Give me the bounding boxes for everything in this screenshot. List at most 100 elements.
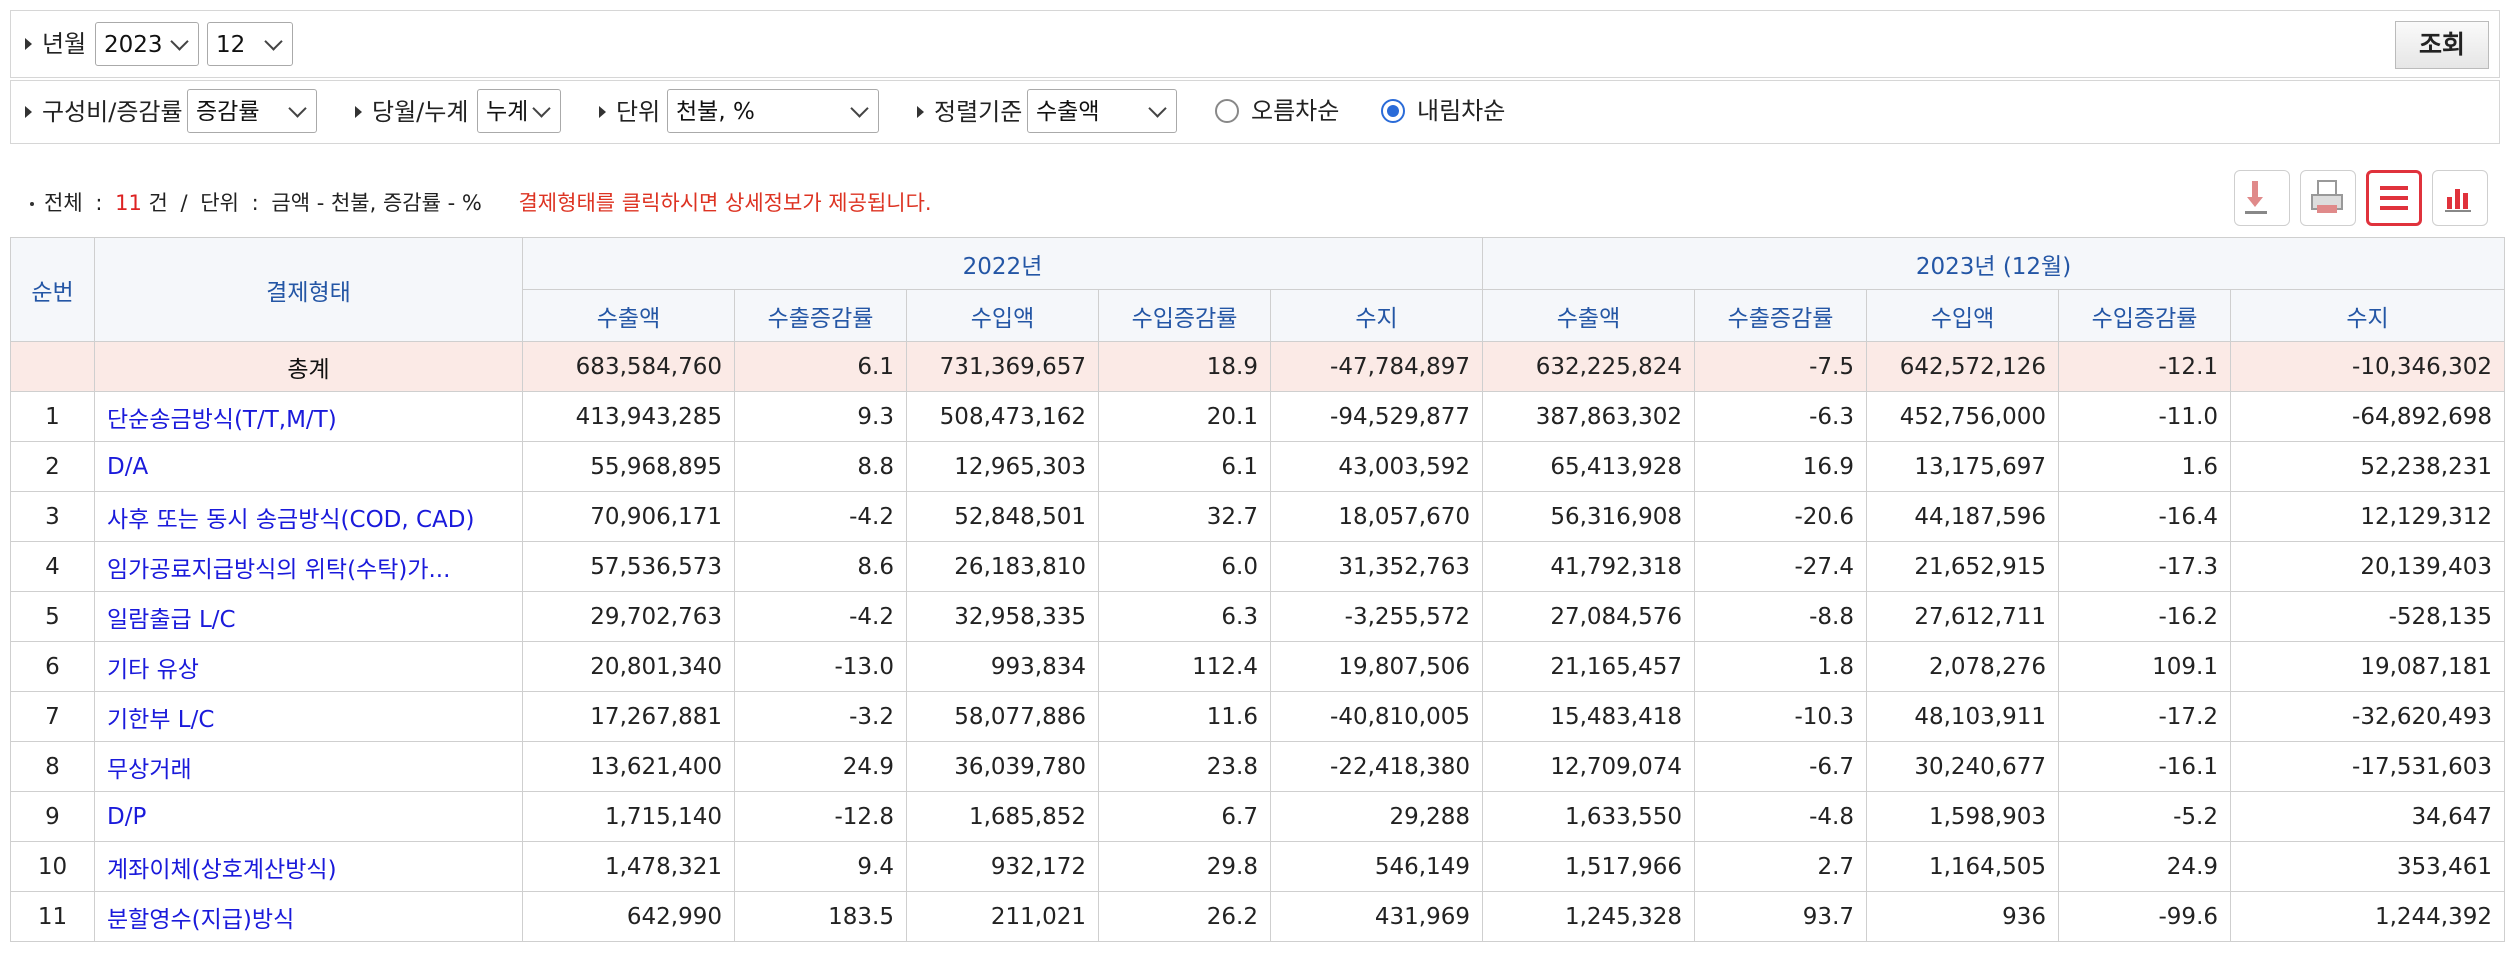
- chevron-down-icon: [288, 99, 307, 118]
- payment-type-link[interactable]: D/A: [94, 441, 523, 492]
- cell-export-growth: 183.5: [734, 891, 907, 942]
- payment-type-link[interactable]: 분할영수(지급)방식: [94, 891, 523, 942]
- unit-select[interactable]: 천불, %: [667, 89, 879, 133]
- cell-import-growth: 109.1: [2058, 641, 2232, 692]
- cell-import-growth: 24.9: [2058, 841, 2232, 892]
- cell-import-amount: 48,103,911: [1866, 691, 2060, 742]
- radio-ascending[interactable]: [1215, 99, 1239, 123]
- payment-type-link[interactable]: 임가공료지급방식의 위탁(수탁)가...: [94, 541, 523, 592]
- cell-export-amount: 17,267,881: [522, 691, 735, 742]
- payment-type-link[interactable]: 계좌이체(상호계산방식): [94, 841, 523, 892]
- row-number: 6: [10, 641, 95, 692]
- cell-balance: -64,892,698: [2230, 391, 2506, 442]
- cell-import-growth: -17.3: [2058, 541, 2232, 592]
- cell-import-growth: 32.7: [1098, 491, 1271, 542]
- period-type-label: 당월/누계: [372, 98, 469, 126]
- ratio-select[interactable]: 증감률: [187, 89, 317, 133]
- cell-import-growth: -99.6: [2058, 891, 2232, 942]
- year-select[interactable]: 2023: [95, 22, 199, 66]
- print-icon[interactable]: [2300, 170, 2356, 226]
- triangle-right-icon: [25, 38, 32, 50]
- summary-colon: :: [95, 191, 103, 215]
- chevron-down-icon: [850, 99, 869, 118]
- cell-import-growth: 29.8: [1098, 841, 1271, 892]
- list-icon[interactable]: [2366, 170, 2422, 226]
- payment-type-link[interactable]: 일람출급 L/C: [94, 591, 523, 642]
- col-header-import-growth: 수입증감률: [2058, 289, 2232, 342]
- payment-type-link[interactable]: 기한부 L/C: [94, 691, 523, 742]
- col-header-export-growth: 수출증감률: [1694, 289, 1868, 342]
- cell-export-amount: 56,316,908: [1482, 491, 1696, 542]
- period-type-select[interactable]: 누계: [477, 89, 561, 133]
- month-select[interactable]: 12: [207, 22, 293, 66]
- cell-balance: -528,135: [2230, 591, 2506, 642]
- triangle-right-icon: [599, 106, 606, 118]
- payment-type-link[interactable]: 사후 또는 동시 송금방식(COD, CAD): [94, 491, 523, 542]
- cell-export-amount: 57,536,573: [522, 541, 735, 592]
- payment-type-table: 순번 결제형태 2022년 2023년 (12월) 수출액 수출증감률 수입액 수입증…: [10, 237, 2506, 942]
- cell-export-amount: 41,792,318: [1482, 541, 1696, 592]
- cell-import-amount: 211,021: [906, 891, 1099, 942]
- month-select-value: 12: [216, 32, 246, 58]
- cell-import-amount: 44,187,596: [1866, 491, 2060, 542]
- cell-export-growth: -3.2: [734, 691, 907, 742]
- cell-balance: -94,529,877: [1269, 391, 1484, 442]
- payment-type-link[interactable]: 기타 유상: [94, 641, 523, 692]
- cell-export-growth: -8.8: [1694, 591, 1868, 642]
- col-header-import-amount: 수입액: [906, 289, 1099, 342]
- cell-export-amount: 13,621,400: [522, 741, 735, 792]
- cell-import-amount: 932,172: [906, 841, 1099, 892]
- period-label-wrap: 년월: [25, 29, 86, 59]
- row-number: 9: [10, 791, 95, 842]
- table-row: 8 무상거래 13,621,400 24.9 36,039,780 23.8 -22,418…: [10, 741, 2506, 792]
- cell-export-amount: 632,225,824: [1482, 341, 1696, 392]
- cell-export-amount: 1,633,550: [1482, 791, 1696, 842]
- table-row: 11 분할영수(지급)방식 642,990 183.5 211,021 26.2 431,9…: [10, 891, 2506, 942]
- cell-export-amount: 413,943,285: [522, 391, 735, 442]
- col-header-no: 순번: [10, 237, 95, 342]
- cell-import-amount: 1,685,852: [906, 791, 1099, 842]
- chevron-down-icon: [1148, 99, 1167, 118]
- unit-select-value: 천불, %: [676, 99, 755, 125]
- group-header-2022: 2022년: [521, 237, 1484, 290]
- cell-export-growth: -10.3: [1694, 691, 1868, 742]
- cell-balance: 431,969: [1269, 891, 1484, 942]
- cell-export-amount: 1,245,328: [1482, 891, 1696, 942]
- col-header-type: 결제형태: [94, 237, 523, 342]
- year-select-value: 2023: [104, 32, 163, 58]
- cell-export-amount: 15,483,418: [1482, 691, 1696, 742]
- cell-export-amount: 683,584,760: [522, 341, 735, 392]
- cell-export-growth: -13.0: [734, 641, 907, 692]
- cell-export-growth: -6.3: [1694, 391, 1868, 442]
- payment-type-link[interactable]: 단순송금방식(T/T,M/T): [94, 391, 523, 442]
- period-type-label-wrap: 당월/누계: [355, 97, 468, 127]
- cell-export-amount: 1,715,140: [522, 791, 735, 842]
- cell-balance: 1,244,392: [2230, 891, 2506, 942]
- cell-import-growth: 112.4: [1098, 641, 1271, 692]
- cell-balance: 12,129,312: [2230, 491, 2506, 542]
- search-button[interactable]: 조회: [2395, 21, 2489, 69]
- payment-type-link[interactable]: D/P: [94, 791, 523, 842]
- period-label: 년월: [42, 30, 87, 58]
- total-row: 총계 683,584,760 6.1 731,369,657 18.9 -47,784,8…: [10, 341, 2506, 392]
- cell-import-amount: 993,834: [906, 641, 1099, 692]
- payment-type-link[interactable]: 무상거래: [94, 741, 523, 792]
- sort-select[interactable]: 수출액: [1027, 89, 1177, 133]
- unit-label: 단위: [616, 98, 661, 126]
- cell-import-growth: 18.9: [1098, 341, 1271, 392]
- chevron-down-icon: [532, 99, 551, 118]
- row-number: 4: [10, 541, 95, 592]
- cell-import-growth: -5.2: [2058, 791, 2232, 842]
- download-icon[interactable]: [2234, 170, 2290, 226]
- cell-export-amount: 65,413,928: [1482, 441, 1696, 492]
- table-row: 2 D/A 55,968,895 8.8 12,965,303 6.1 43,003,592…: [10, 441, 2506, 492]
- cell-export-amount: 12,709,074: [1482, 741, 1696, 792]
- cell-export-growth: 1.8: [1694, 641, 1868, 692]
- cell-export-growth: 9.3: [734, 391, 907, 442]
- cell-import-growth: -11.0: [2058, 391, 2232, 442]
- chart-icon[interactable]: [2432, 170, 2488, 226]
- cell-balance: 18,057,670: [1269, 491, 1484, 542]
- cell-import-growth: 23.8: [1098, 741, 1271, 792]
- radio-descending[interactable]: [1381, 99, 1405, 123]
- col-header-import-amount: 수입액: [1866, 289, 2060, 342]
